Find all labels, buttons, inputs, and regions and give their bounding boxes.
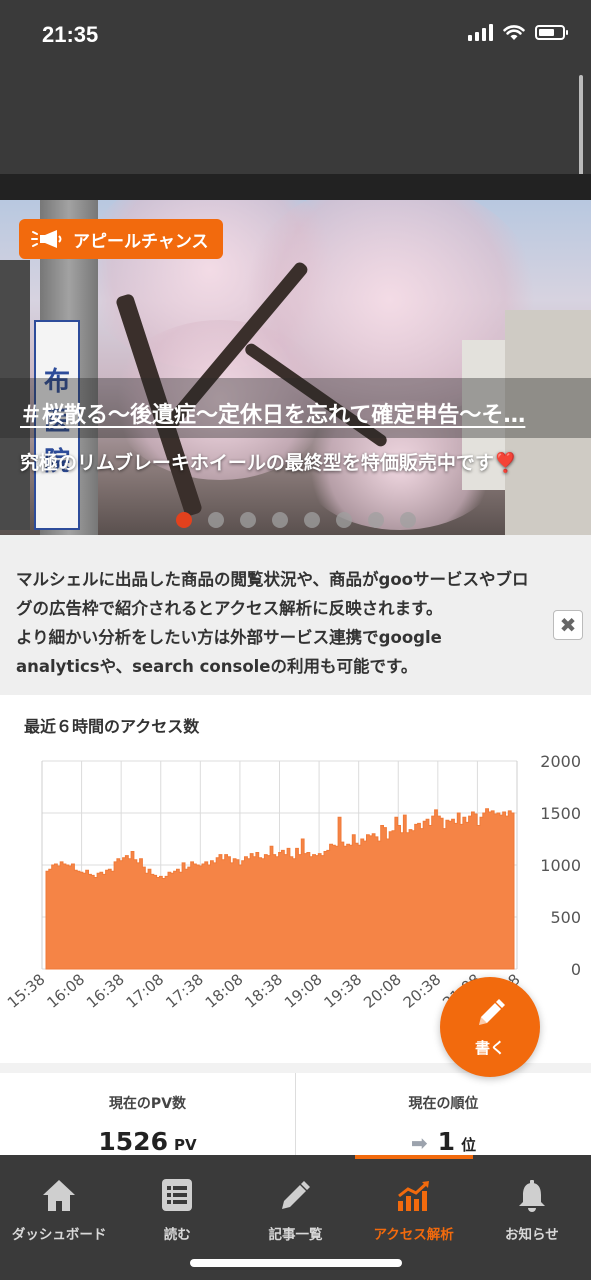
rank-value: 1 (437, 1127, 456, 1156)
status-time: 21:35 (42, 22, 99, 47)
carousel-dot[interactable] (400, 512, 416, 528)
pv-value: 1526 (98, 1127, 168, 1156)
carousel-dot[interactable] (336, 512, 352, 528)
y-tick-label: 0 (571, 960, 581, 979)
hero-article-title[interactable]: ＃桜散る～後遺症～定休日を忘れて確定申告～そ… (20, 397, 591, 429)
info-text-line: analyticsや、search consoleの利用も可能です。 (16, 657, 418, 676)
write-button[interactable]: 書く (440, 977, 540, 1077)
carousel-dot[interactable] (240, 512, 256, 528)
pv-label: 現在のPV数 (108, 1096, 187, 1112)
list-icon (162, 1179, 193, 1211)
nav-item-label: ダッシュボード (11, 1227, 107, 1243)
close-info-button[interactable]: ✖ (553, 610, 583, 640)
info-text-line: マルシェルに出品した商品の閲覧状況や、商品がgooサービスやブロ (16, 570, 529, 589)
carousel-dot[interactable] (208, 512, 224, 528)
active-tab-indicator (355, 1155, 473, 1159)
write-button-label: 書く (474, 1038, 505, 1057)
pv-unit: PV (173, 1136, 197, 1154)
carousel-dots[interactable] (176, 512, 416, 528)
nav-item-label: お知らせ (504, 1227, 559, 1243)
chart-icon (397, 1181, 429, 1211)
nav-item-label: 読む (163, 1227, 191, 1243)
x-tick-label: 16:38 (83, 970, 128, 1012)
x-tick-label: 19:08 (281, 970, 326, 1012)
wifi-icon (503, 25, 525, 40)
rank-stat: 現在の順位 ➡ 1 位 (295, 1073, 591, 1156)
nav-item-read[interactable]: 読む (118, 1155, 236, 1243)
nav-item-notifications[interactable]: お知らせ (473, 1155, 591, 1243)
appeal-chance-label: アピールチャンス (73, 231, 209, 252)
nav-item-label: アクセス解析 (373, 1227, 454, 1243)
pv-stat: 現在のPV数 1526 PV (0, 1073, 295, 1156)
x-tick-label: 17:38 (162, 970, 207, 1012)
y-tick-label: 1000 (540, 856, 581, 875)
arrow-right-icon: ➡ (410, 1131, 428, 1155)
x-tick-label: 18:38 (241, 970, 286, 1012)
megaphone-icon (31, 230, 62, 248)
x-tick-label: 17:08 (123, 970, 168, 1012)
home-icon (43, 1180, 76, 1211)
nav-item-articles[interactable]: 記事一覧 (236, 1155, 354, 1243)
y-tick-label: 500 (550, 908, 581, 927)
hero-banner[interactable]: 布医院 アピールチャンス ＃桜散る～後遺症～定休日を忘れて確定申告～そ… 究極の… (0, 200, 591, 535)
y-tick-label: 1500 (540, 804, 581, 823)
x-tick-label: 15:38 (4, 970, 49, 1012)
stats-panel: 現在のPV数 1526 PV 現在の順位 ➡ 1 位 (0, 1073, 591, 1156)
signal-icon (468, 24, 493, 41)
y-tick-label: 2000 (540, 752, 581, 771)
info-message: マルシェルに出品した商品の閲覧状況や、商品がgooサービスやブロ グの広告枠で紹… (0, 535, 591, 695)
info-text-line: より細かい分析をしたい方は外部サービス連携でgoogle (16, 628, 442, 647)
close-icon: ✖ (559, 613, 577, 637)
header-strip (0, 174, 591, 200)
x-tick-label: 19:38 (321, 970, 366, 1012)
info-text-line: グの広告枠で紹介されるとアクセス解析に反映されます。 (16, 599, 443, 618)
x-tick-label: 20:38 (400, 970, 445, 1012)
carousel-dot[interactable] (176, 512, 192, 528)
carousel-dot[interactable] (368, 512, 384, 528)
home-indicator (190, 1259, 402, 1267)
status-bar: 21:35 (0, 0, 591, 70)
x-tick-label: 18:08 (202, 970, 247, 1012)
status-icons (468, 24, 568, 41)
x-tick-label: 16:08 (43, 970, 88, 1012)
nav-item-dashboard[interactable]: ダッシュボード (0, 1155, 118, 1243)
x-tick-label: 20:08 (360, 970, 405, 1012)
hero-subtitle: 究極のリムブレーキホイールの最終型を特価販売中です❣️ (20, 452, 518, 474)
pencil-icon (282, 1181, 311, 1209)
carousel-dot[interactable] (272, 512, 288, 528)
rank-unit: 位 (461, 1136, 477, 1154)
app-header: 21:35 (0, 0, 591, 174)
bell-icon (518, 1180, 545, 1212)
appeal-chance-badge[interactable]: アピールチャンス (19, 219, 223, 259)
pencil-icon (479, 998, 505, 1025)
nav-item-access-analysis[interactable]: アクセス解析 (355, 1155, 473, 1243)
nav-item-label: 記事一覧 (268, 1227, 323, 1243)
battery-icon (535, 25, 568, 40)
carousel-dot[interactable] (304, 512, 320, 528)
rank-label: 現在の順位 (408, 1096, 479, 1112)
